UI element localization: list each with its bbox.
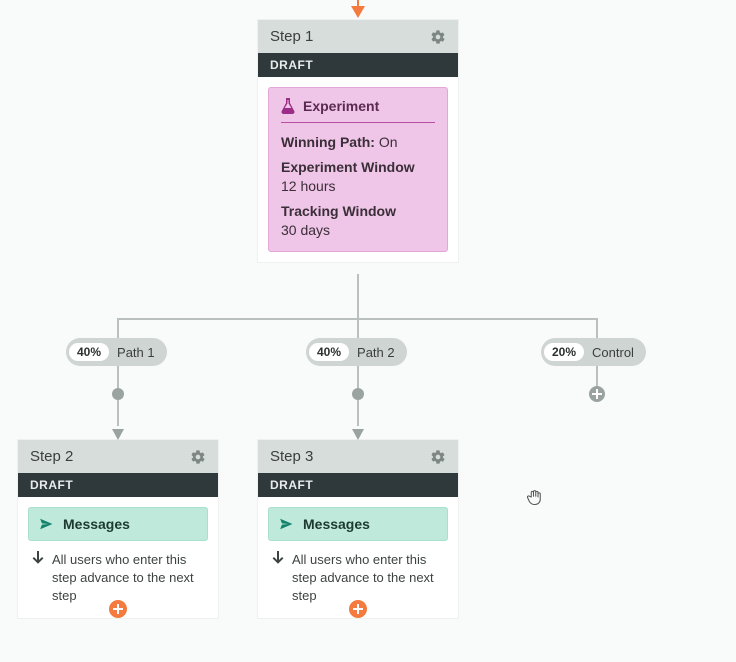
- advance-row: All users who enter this step advance to…: [268, 541, 448, 608]
- connector-col1-b: [357, 400, 359, 426]
- path-pct: 40%: [309, 343, 349, 361]
- step-title: Step 2: [30, 448, 73, 465]
- connector-col2-a: [596, 366, 598, 388]
- messages-chip[interactable]: Messages: [28, 507, 208, 541]
- step-title: Step 1: [270, 28, 313, 45]
- advance-text: All users who enter this step advance to…: [52, 551, 204, 606]
- path-label: Path 2: [357, 345, 395, 360]
- messages-label: Messages: [303, 516, 370, 532]
- winning-path-row: Winning Path: On: [281, 133, 435, 152]
- step-card-2[interactable]: Step 2 DRAFT Messages: [18, 440, 218, 618]
- status-badge: DRAFT: [258, 473, 458, 497]
- experiment-window-row: Experiment Window 12 hours: [281, 158, 435, 196]
- path-pct: 40%: [69, 343, 109, 361]
- gear-icon[interactable]: [430, 449, 446, 465]
- tracking-window-row: Tracking Window 30 days: [281, 202, 435, 240]
- step-card-3[interactable]: Step 3 DRAFT Messages: [258, 440, 458, 618]
- path-pill-1[interactable]: 40% Path 1: [66, 338, 167, 366]
- path-label: Path 1: [117, 345, 155, 360]
- connector-drop-2: [596, 318, 598, 338]
- flask-icon: [281, 98, 295, 114]
- paper-plane-icon: [279, 517, 293, 531]
- node-dot-col1: [352, 388, 364, 400]
- path-pill-control[interactable]: 20% Control: [541, 338, 646, 366]
- gear-icon[interactable]: [190, 449, 206, 465]
- experiment-heading: Experiment: [303, 98, 379, 114]
- messages-label: Messages: [63, 516, 130, 532]
- connector-col0-b: [117, 400, 119, 426]
- connector-drop-1: [357, 318, 359, 338]
- advance-row: All users who enter this step advance to…: [28, 541, 208, 608]
- plus-icon: [113, 604, 123, 614]
- status-badge: DRAFT: [258, 53, 458, 77]
- add-step-button[interactable]: [109, 600, 127, 618]
- step-header: Step 3: [258, 440, 458, 473]
- connector-col1-a: [357, 366, 359, 388]
- gear-icon[interactable]: [430, 29, 446, 45]
- arrowhead-col0-icon: [112, 428, 124, 440]
- connector-drop-0: [117, 318, 119, 338]
- add-step-button[interactable]: [349, 600, 367, 618]
- advance-text: All users who enter this step advance to…: [292, 551, 444, 606]
- path-pill-2[interactable]: 40% Path 2: [306, 338, 407, 366]
- add-node-control[interactable]: [589, 386, 605, 402]
- node-dot-col0: [112, 388, 124, 400]
- flow-canvas: Step 1 DRAFT Experiment: [0, 0, 736, 662]
- step-header: Step 1: [258, 20, 458, 53]
- connector-col0-a: [117, 366, 119, 388]
- step-body: Experiment Winning Path: On Experiment W…: [258, 77, 458, 262]
- arrowhead-col1-icon: [352, 428, 364, 440]
- paper-plane-icon: [39, 517, 53, 531]
- plus-icon: [353, 604, 363, 614]
- path-label: Control: [592, 345, 634, 360]
- step-header: Step 2: [18, 440, 218, 473]
- messages-chip[interactable]: Messages: [268, 507, 448, 541]
- plus-icon: [592, 389, 602, 399]
- path-pct: 20%: [544, 343, 584, 361]
- connector-step1-down: [357, 274, 359, 318]
- step-title: Step 3: [270, 448, 313, 465]
- experiment-panel: Experiment Winning Path: On Experiment W…: [268, 87, 448, 252]
- arrow-down-icon: [272, 551, 284, 565]
- status-badge: DRAFT: [18, 473, 218, 497]
- entry-connector: [357, 0, 359, 8]
- step-card-1[interactable]: Step 1 DRAFT Experiment: [258, 20, 458, 262]
- hand-cursor-icon: [526, 488, 544, 506]
- arrow-down-icon: [32, 551, 44, 565]
